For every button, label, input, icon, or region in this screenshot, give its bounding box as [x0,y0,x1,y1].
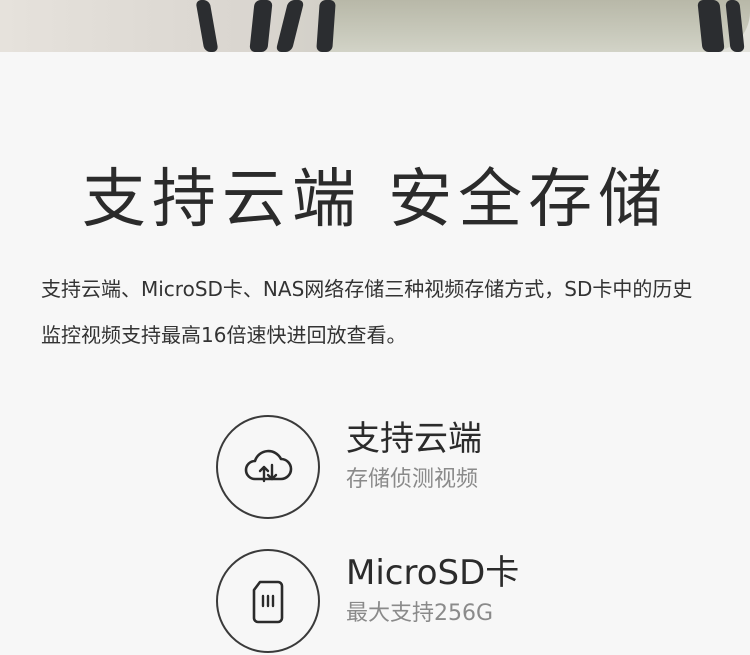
section-description: 支持云端、MicroSD卡、NAS网络存储三种视频存储方式，SD卡中的历史监控视… [41,277,693,347]
sd-card-icon [252,580,284,624]
feature-cloud: 支持云端 存储侦测视频 [216,415,636,521]
section-title: 支持云端 安全存储 [81,163,669,237]
photo-cable [249,0,273,52]
photo-cable [195,0,219,52]
cloud-sync-icon [244,449,293,483]
photo-cable [275,0,305,52]
product-photo-strip [0,0,750,52]
photo-fabric [330,0,750,52]
feature-subtitle: 存储侦测视频 [346,467,479,492]
feature-icon-circle [216,549,320,653]
feature-title: 支持云端 [346,419,482,459]
feature-title: MicroSD卡 [346,553,520,593]
feature-icon-circle [216,415,320,519]
feature-subtitle: 最大支持256G [346,601,494,626]
feature-sdcard: MicroSD卡 最大支持256G [216,549,636,655]
